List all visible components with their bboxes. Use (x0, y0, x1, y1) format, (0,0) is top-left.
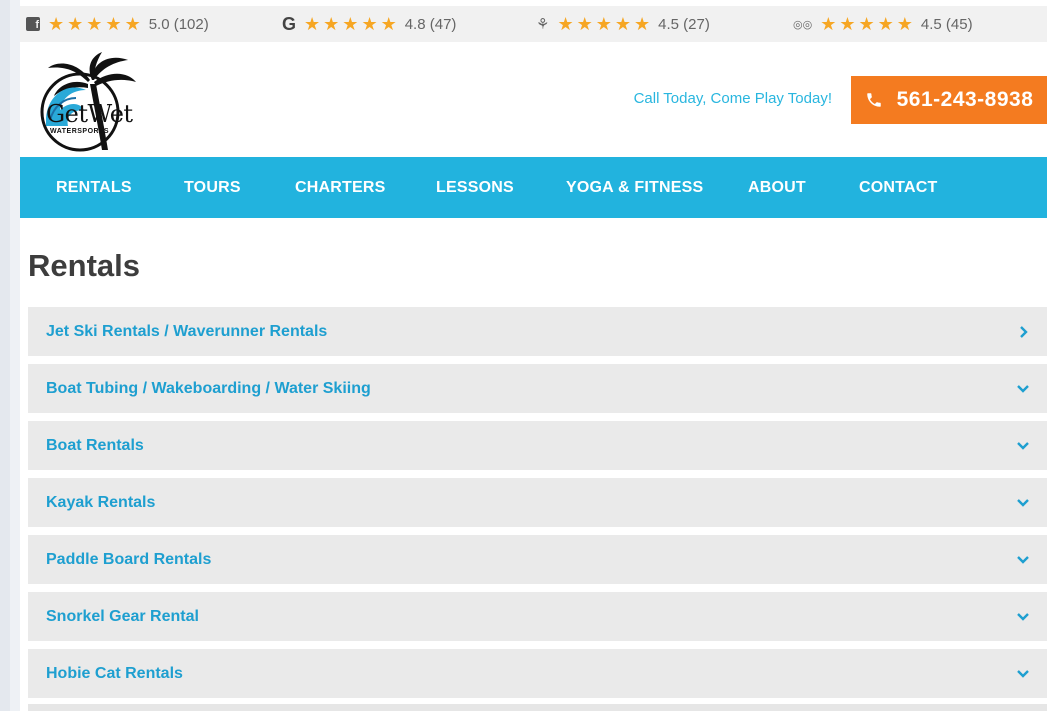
facebook-icon: f (26, 17, 40, 31)
chevron-down-icon (1017, 555, 1029, 565)
phone-icon (866, 93, 881, 107)
accordion-label: Snorkel Gear Rental (46, 607, 199, 625)
star-icon: ★ (820, 14, 837, 34)
accordion-item-boat-tubing[interactable]: Boat Tubing / Wakeboarding / Water Skiin… (28, 364, 1047, 413)
logo-subtext: WATERSPORTS (50, 128, 110, 135)
accordion-item-paddle-board[interactable]: Paddle Board Rentals (28, 535, 1047, 584)
rentals-accordion: Jet Ski Rentals / Waverunner Rentals Boa… (28, 307, 1047, 706)
google-icon: G (282, 13, 297, 34)
rating-facebook[interactable]: f ★ ★ ★ ★ ★ 5.0 (102) (26, 6, 209, 42)
left-gutter (0, 0, 20, 711)
chevron-right-icon (1019, 325, 1029, 338)
logo-text: GetWet (46, 100, 133, 128)
ratings-bar: f ★ ★ ★ ★ ★ 5.0 (102) G ★ ★ ★ ★ ★ 4.8 (47) ⚘ ★ ★ ★… (20, 6, 1047, 42)
call-button[interactable]: 561-243-8938 (851, 76, 1047, 124)
rating-tripadvisor[interactable]: ◎◎ ★ ★ ★ ★ ★ 4.5 (45) (793, 6, 973, 42)
star-icon: ★ (614, 14, 632, 34)
star-icon: ★ (361, 14, 378, 34)
star-icon: ★ (105, 14, 122, 34)
star-icon: ★ (576, 14, 593, 34)
accordion-label: Hobie Cat Rentals (46, 664, 183, 682)
nav-item-contact[interactable]: CONTACT (859, 157, 937, 218)
star-rating: ★ ★ ★ ★ ★ (48, 15, 141, 33)
star-icon: ★ (858, 14, 875, 34)
rating-score: 4.5 (45) (920, 15, 973, 33)
nav-item-lessons[interactable]: LESSONS (436, 157, 514, 218)
accordion-label: Jet Ski Rentals / Waverunner Rentals (46, 322, 328, 340)
accordion-item-boat-rentals[interactable]: Boat Rentals (28, 421, 1047, 470)
site-header: GetWet WATERSPORTS Call Today, Come Play… (20, 42, 1047, 157)
main-nav: RENTALS TOURS CHARTERS LESSONS YOGA & FI… (20, 157, 1047, 218)
star-rating: ★ ★ ★ ★ ★ (557, 15, 650, 33)
rating-score: 5.0 (102) (148, 15, 209, 33)
tripadvisor-icon: ◎◎ (793, 18, 813, 31)
accordion-item-jet-ski[interactable]: Jet Ski Rentals / Waverunner Rentals (28, 307, 1047, 356)
accordion-label: Boat Tubing / Wakeboarding / Water Skiin… (46, 379, 371, 397)
chevron-down-icon (1017, 498, 1029, 508)
accordion-item-snorkel-gear[interactable]: Snorkel Gear Rental (28, 592, 1047, 641)
star-icon: ★ (48, 14, 65, 34)
chevron-down-icon (1017, 384, 1029, 394)
star-icon: ★ (557, 14, 574, 34)
accordion-item-hobie-cat[interactable]: Hobie Cat Rentals (28, 649, 1047, 698)
phone-number: 561-243-8938 (896, 88, 1034, 111)
page: f ★ ★ ★ ★ ★ 5.0 (102) G ★ ★ ★ ★ ★ 4.8 (47) ⚘ ★ ★ ★… (20, 0, 1047, 711)
rating-google[interactable]: G ★ ★ ★ ★ ★ 4.8 (47) (282, 6, 456, 42)
accordion-item-kayak-rentals[interactable]: Kayak Rentals (28, 478, 1047, 527)
nav-item-yoga-fitness[interactable]: YOGA & FITNESS (566, 157, 703, 218)
rating-yelp[interactable]: ⚘ ★ ★ ★ ★ ★ 4.5 (27) (536, 6, 710, 42)
star-rating: ★ ★ ★ ★ ★ (304, 15, 397, 33)
star-icon: ★ (877, 14, 894, 34)
star-icon: ★ (595, 14, 612, 34)
accordion-label: Boat Rentals (46, 436, 144, 454)
star-icon: ★ (67, 14, 84, 34)
nav-item-about[interactable]: ABOUT (748, 157, 806, 218)
rating-score: 4.8 (47) (404, 15, 457, 33)
star-icon: ★ (839, 14, 856, 34)
nav-item-rentals[interactable]: RENTALS (56, 157, 132, 218)
page-title: Rentals (28, 248, 140, 283)
chevron-down-icon (1017, 612, 1029, 622)
next-accordion-item-edge (28, 704, 1047, 711)
accordion-label: Kayak Rentals (46, 493, 156, 511)
chevron-down-icon (1017, 441, 1029, 451)
star-icon: ★ (124, 14, 141, 34)
chevron-down-icon (1017, 669, 1029, 679)
star-icon: ★ (342, 14, 359, 34)
nav-item-tours[interactable]: TOURS (184, 157, 241, 218)
star-icon: ★ (304, 14, 321, 34)
star-rating: ★ ★ ★ ★ ★ (820, 15, 913, 33)
star-icon: ★ (634, 14, 651, 34)
star-icon: ★ (380, 14, 397, 34)
nav-item-charters[interactable]: CHARTERS (295, 157, 386, 218)
accordion-label: Paddle Board Rentals (46, 550, 212, 568)
rating-score: 4.5 (27) (658, 15, 710, 33)
star-icon: ★ (86, 14, 103, 34)
site-logo[interactable]: GetWet WATERSPORTS (28, 50, 146, 154)
header-tagline: Call Today, Come Play Today! (633, 90, 832, 107)
star-icon: ★ (896, 14, 913, 34)
star-icon: ★ (323, 14, 340, 34)
yelp-icon: ⚘ (536, 16, 550, 33)
